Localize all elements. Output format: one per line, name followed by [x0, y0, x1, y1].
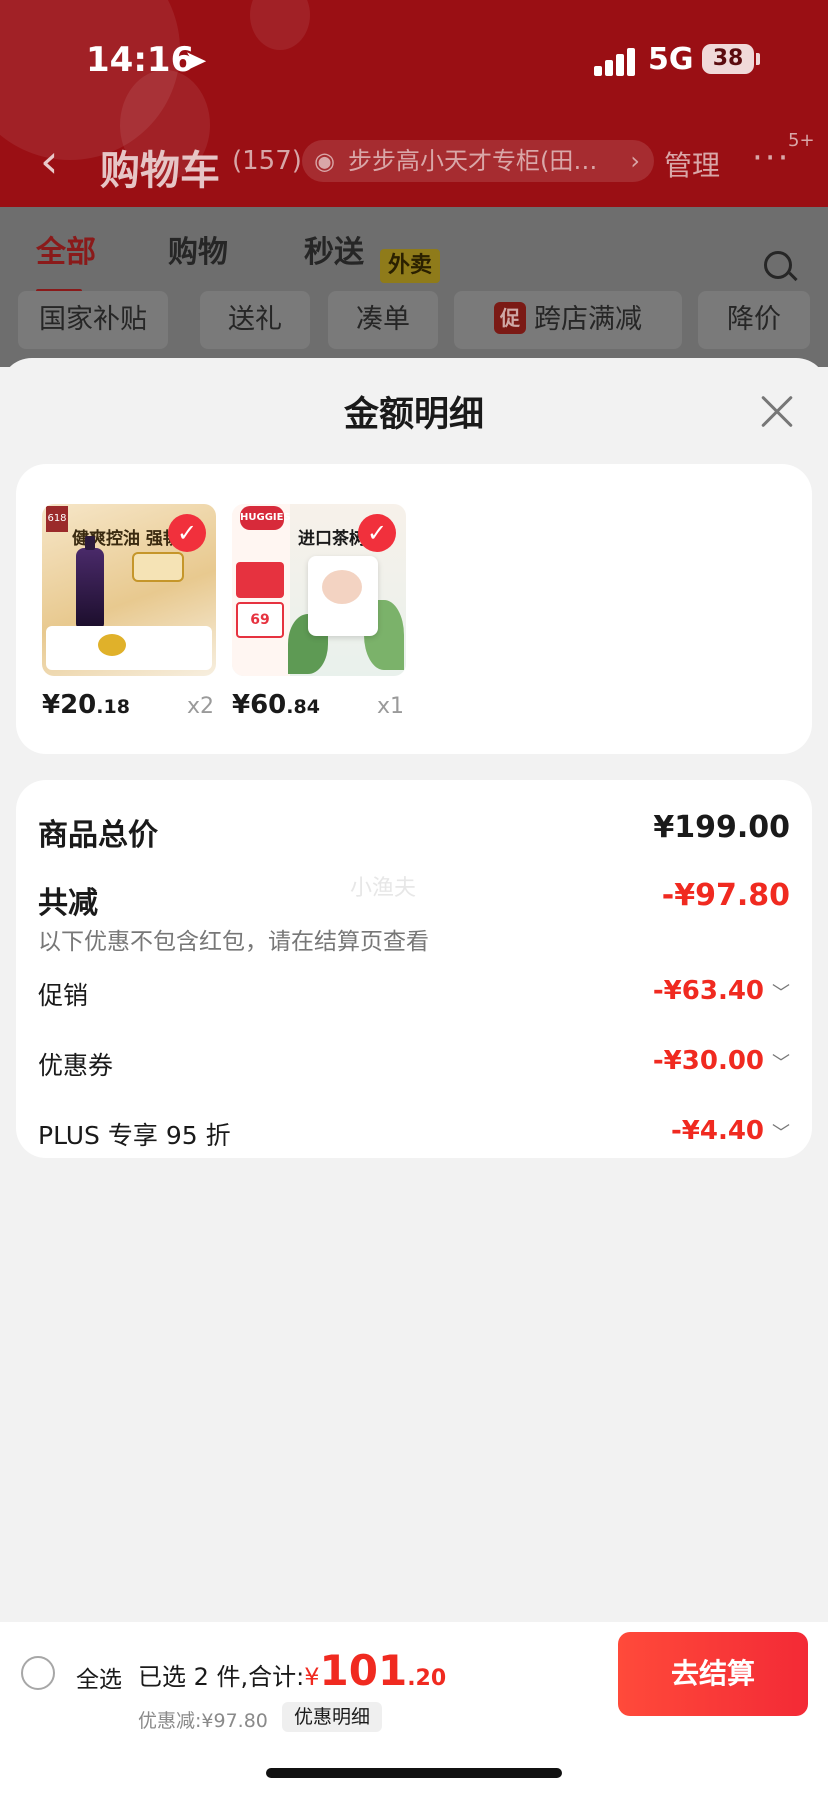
chip-price-drop[interactable]: 降价 [698, 291, 810, 349]
chip-cross-store-discount[interactable]: 促跨店满减 [454, 291, 682, 349]
chevron-right-icon: › [630, 147, 640, 175]
cart-header-background: 14:16 ➤ 5G 38 ‹ 购物车 (157) ◉ 步步高小天才专柜(田… … [0, 0, 828, 207]
chevron-down-icon: ﹀ [772, 1053, 790, 1074]
info-strip-graphic [46, 626, 212, 670]
select-all-label[interactable]: 全选 [76, 1660, 122, 1694]
filter-chips: 国家补贴 送礼 凑单 促跨店满减 降价 [0, 291, 828, 351]
discount-item-label: 优惠券 [38, 1051, 114, 1080]
price-summary-card: 小渔夫 商品总价 ¥199.00 共减 -¥97.80 以下优惠不包含红包，请在… [16, 780, 812, 1158]
discount-item-plus[interactable]: PLUS 专享 95 折 -¥4.40 ﹀ [38, 1116, 790, 1156]
takeaway-tag: 外卖 [380, 249, 441, 283]
selected-check-icon[interactable]: ✓ [358, 514, 396, 552]
status-bar: 14:16 ➤ 5G 38 [0, 0, 828, 120]
checkout-bar: 全选 已选 2 件,合计:¥101.20 优惠减:¥97.80 优惠明细 去结算 [0, 1622, 828, 1796]
cart-count: (157) [232, 146, 302, 176]
cart-tabs: 全部 购物 秒送 外卖 [0, 227, 828, 293]
selected-products-card: 618 健爽控油 强韧防 ✓ ¥20.18 x2 HUGGIES 69 进口茶树 [16, 464, 812, 754]
chip-gift[interactable]: 送礼 [200, 291, 310, 349]
chip-add-on[interactable]: 凑单 [328, 291, 438, 349]
select-all-radio[interactable] [21, 1656, 55, 1690]
total-reduction-value: -¥97.80 [661, 878, 790, 913]
tab-all[interactable]: 全部 [36, 227, 96, 271]
total-integer: 101 [319, 1646, 408, 1695]
close-icon[interactable] [756, 392, 796, 432]
product-price: ¥60.84 [232, 690, 320, 720]
discount-note: 以下优惠不包含红包，请在结算页查看 [38, 929, 429, 955]
cart-nav-bar: ‹ 购物车 (157) ◉ 步步高小天才专柜(田… › 管理 ··· 5+ [0, 120, 828, 204]
store-name: 步步高小天才专柜(田… [348, 147, 598, 175]
total-price-label: 商品总价 [38, 818, 158, 853]
total-reduction-row: 共减 -¥97.80 [38, 878, 790, 922]
baby-graphic [322, 570, 362, 604]
search-icon[interactable] [764, 251, 792, 279]
eye-icon: ◉ [314, 147, 335, 175]
checkout-button[interactable]: 去结算 [618, 1632, 808, 1716]
sheet-title: 金额明细 [343, 395, 484, 435]
promo-price-badge: 69 [236, 602, 284, 638]
tab-instant-delivery[interactable]: 秒送 [304, 227, 364, 271]
discount-item-label: 促销 [38, 981, 89, 1010]
product-quantity: x1 [376, 694, 404, 719]
chip-national-subsidy[interactable]: 国家补贴 [18, 291, 168, 349]
discount-item-value: -¥4.40 ﹀ [670, 1116, 790, 1146]
page-title: 购物车 [100, 148, 220, 194]
location-arrow-icon: ➤ [184, 44, 208, 77]
more-icon[interactable]: ··· [752, 138, 790, 178]
chip-label: 跨店满减 [534, 304, 642, 335]
discount-item-value: -¥30.00 ﹀ [652, 1046, 790, 1076]
discount-amount: 优惠减:¥97.80 [138, 1710, 268, 1732]
cart-filter-area: 全部 购物 秒送 外卖 国家补贴 送礼 凑单 促跨店满减 降价 [0, 207, 828, 367]
promo-banner-graphic [236, 562, 284, 598]
promo-badge: 促 [494, 302, 526, 334]
manage-button[interactable]: 管理 [664, 144, 720, 184]
battery-icon: 38 [702, 44, 754, 74]
tab-shopping[interactable]: 购物 [168, 227, 228, 271]
shampoo-bottle-graphic [76, 536, 104, 628]
award-seal-graphic [132, 552, 184, 582]
discount-item-label: PLUS 专享 95 折 [38, 1121, 231, 1150]
total-price-value: ¥199.00 [653, 810, 790, 845]
brand-logo: HUGGIES [240, 506, 291, 530]
product-price: ¥20.18 [42, 690, 130, 720]
discount-note-row: 以下优惠不包含红包，请在结算页查看 [38, 922, 790, 956]
chevron-down-icon: ﹀ [772, 983, 790, 1004]
chevron-down-icon: ﹀ [772, 1123, 790, 1144]
battery-tip [756, 53, 760, 65]
discount-item-promotion[interactable]: 促销 -¥63.40 ﹀ [38, 976, 790, 1016]
total-reduction-label: 共减 [38, 886, 98, 921]
promo-618-tag: 618 [46, 506, 68, 532]
total-summary: 已选 2 件,合计:¥101.20 [138, 1646, 446, 1695]
network-type: 5G [648, 42, 694, 77]
store-filter-pill[interactable]: ◉ 步步高小天才专柜(田… › [302, 140, 654, 182]
discount-detail-button[interactable]: 优惠明细 [282, 1702, 383, 1732]
ginseng-graphic [98, 634, 126, 656]
message-badge: 5+ [788, 130, 815, 151]
selected-check-icon[interactable]: ✓ [168, 514, 206, 552]
product-quantity: x2 [186, 694, 214, 719]
discount-item-coupon[interactable]: 优惠券 -¥30.00 ﹀ [38, 1046, 790, 1086]
total-decimal: .20 [407, 1666, 447, 1691]
product-image-text: 进口茶树 [298, 529, 366, 549]
home-indicator [266, 1768, 562, 1778]
status-time: 14:16 [86, 40, 195, 80]
total-price-row: 商品总价 ¥199.00 [38, 810, 790, 854]
back-arrow-icon[interactable]: ‹ [40, 134, 58, 188]
cellular-signal-icon [594, 46, 636, 76]
selected-count-text: 已选 2 件,合计: [138, 1663, 305, 1691]
amount-detail-sheet: 金额明细 618 健爽控油 强韧防 ✓ ¥20.18 x2 HUGGIES 69… [0, 358, 828, 1796]
discount-item-value: -¥63.40 ﹀ [652, 976, 790, 1006]
currency-symbol: ¥ [304, 1663, 320, 1691]
